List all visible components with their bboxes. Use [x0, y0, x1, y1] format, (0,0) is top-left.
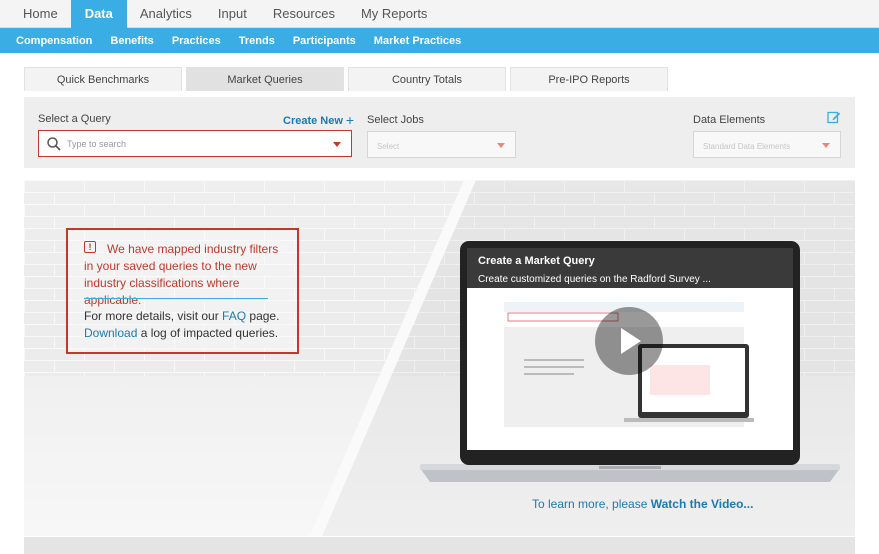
subnav-item-market-practices[interactable]: Market Practices	[374, 35, 461, 47]
nav-tab-data[interactable]: Data	[70, 0, 127, 28]
query-search-input[interactable]: Type to search	[38, 130, 352, 157]
search-placeholder: Type to search	[67, 139, 127, 149]
notice-details: For more details, visit our FAQ page. Dow…	[84, 308, 294, 342]
bottom-strip	[24, 537, 855, 554]
top-nav: Home Data Analytics Input Resources My R…	[0, 0, 879, 28]
select-jobs-dropdown[interactable]: Select	[367, 131, 516, 158]
subnav-item-trends[interactable]: Trends	[239, 35, 275, 47]
faq-link[interactable]: FAQ	[222, 309, 246, 323]
subnav-item-benefits[interactable]: Benefits	[110, 35, 153, 47]
nav-tab-home[interactable]: Home	[0, 0, 71, 28]
nav-tab-input[interactable]: Input	[205, 0, 260, 28]
chevron-down-icon[interactable]	[333, 142, 341, 147]
plus-icon: +	[345, 112, 355, 128]
data-elements-label: Data Elements	[693, 114, 766, 126]
search-icon	[47, 137, 61, 151]
subnav-item-compensation[interactable]: Compensation	[16, 35, 92, 47]
select-jobs-placeholder: Select	[377, 142, 400, 151]
nav-tab-my-reports[interactable]: My Reports	[348, 0, 440, 28]
sub-nav: Compensation Benefits Practices Trends P…	[0, 28, 879, 53]
video-title-overlay[interactable]: Create a Market Query Create customized …	[467, 248, 793, 288]
chevron-down-icon	[497, 143, 505, 148]
create-new-button[interactable]: Create New +	[283, 112, 354, 128]
tab-quick-benchmarks[interactable]: Quick Benchmarks	[24, 67, 182, 91]
learn-more: To learn more, please Watch the Video...	[532, 497, 753, 511]
chevron-down-icon	[822, 143, 830, 148]
notice-divider	[84, 298, 268, 299]
select-jobs-label: Select Jobs	[367, 114, 424, 126]
video-subtitle: Create customized queries on the Radford…	[478, 274, 711, 285]
industry-notice: ! We have mapped industry filters in you…	[66, 228, 299, 354]
watch-video-link[interactable]: Watch the Video...	[651, 497, 754, 511]
notice-more-prefix: For more details, visit our	[84, 309, 223, 323]
video-title: Create a Market Query	[478, 255, 595, 267]
data-elements-dropdown[interactable]: Standard Data Elements	[693, 131, 841, 158]
subnav-item-practices[interactable]: Practices	[172, 35, 221, 47]
tab-country-totals[interactable]: Country Totals	[348, 67, 506, 91]
select-query-label: Select a Query	[38, 113, 111, 125]
download-link[interactable]: Download	[84, 326, 137, 340]
tab-pre-ipo-reports[interactable]: Pre-IPO Reports	[510, 67, 668, 91]
query-bar: Select a Query Create New + Type to searc…	[24, 97, 855, 168]
query-tabs: Quick Benchmarks Market Queries Country …	[24, 67, 855, 91]
learn-more-prefix: To learn more, please	[532, 497, 651, 511]
notice-more-suffix: page.	[246, 309, 280, 323]
notice-download-suffix: a log of impacted queries.	[137, 326, 279, 340]
data-elements-placeholder: Standard Data Elements	[703, 142, 791, 151]
create-new-label: Create New	[283, 115, 343, 127]
subnav-item-participants[interactable]: Participants	[293, 35, 356, 47]
nav-tab-resources[interactable]: Resources	[260, 0, 348, 28]
nav-tab-analytics[interactable]: Analytics	[127, 0, 205, 28]
edit-icon[interactable]	[827, 110, 841, 124]
hero-panel: ! We have mapped industry filters in you…	[24, 180, 855, 536]
tab-market-queries[interactable]: Market Queries	[186, 67, 344, 91]
